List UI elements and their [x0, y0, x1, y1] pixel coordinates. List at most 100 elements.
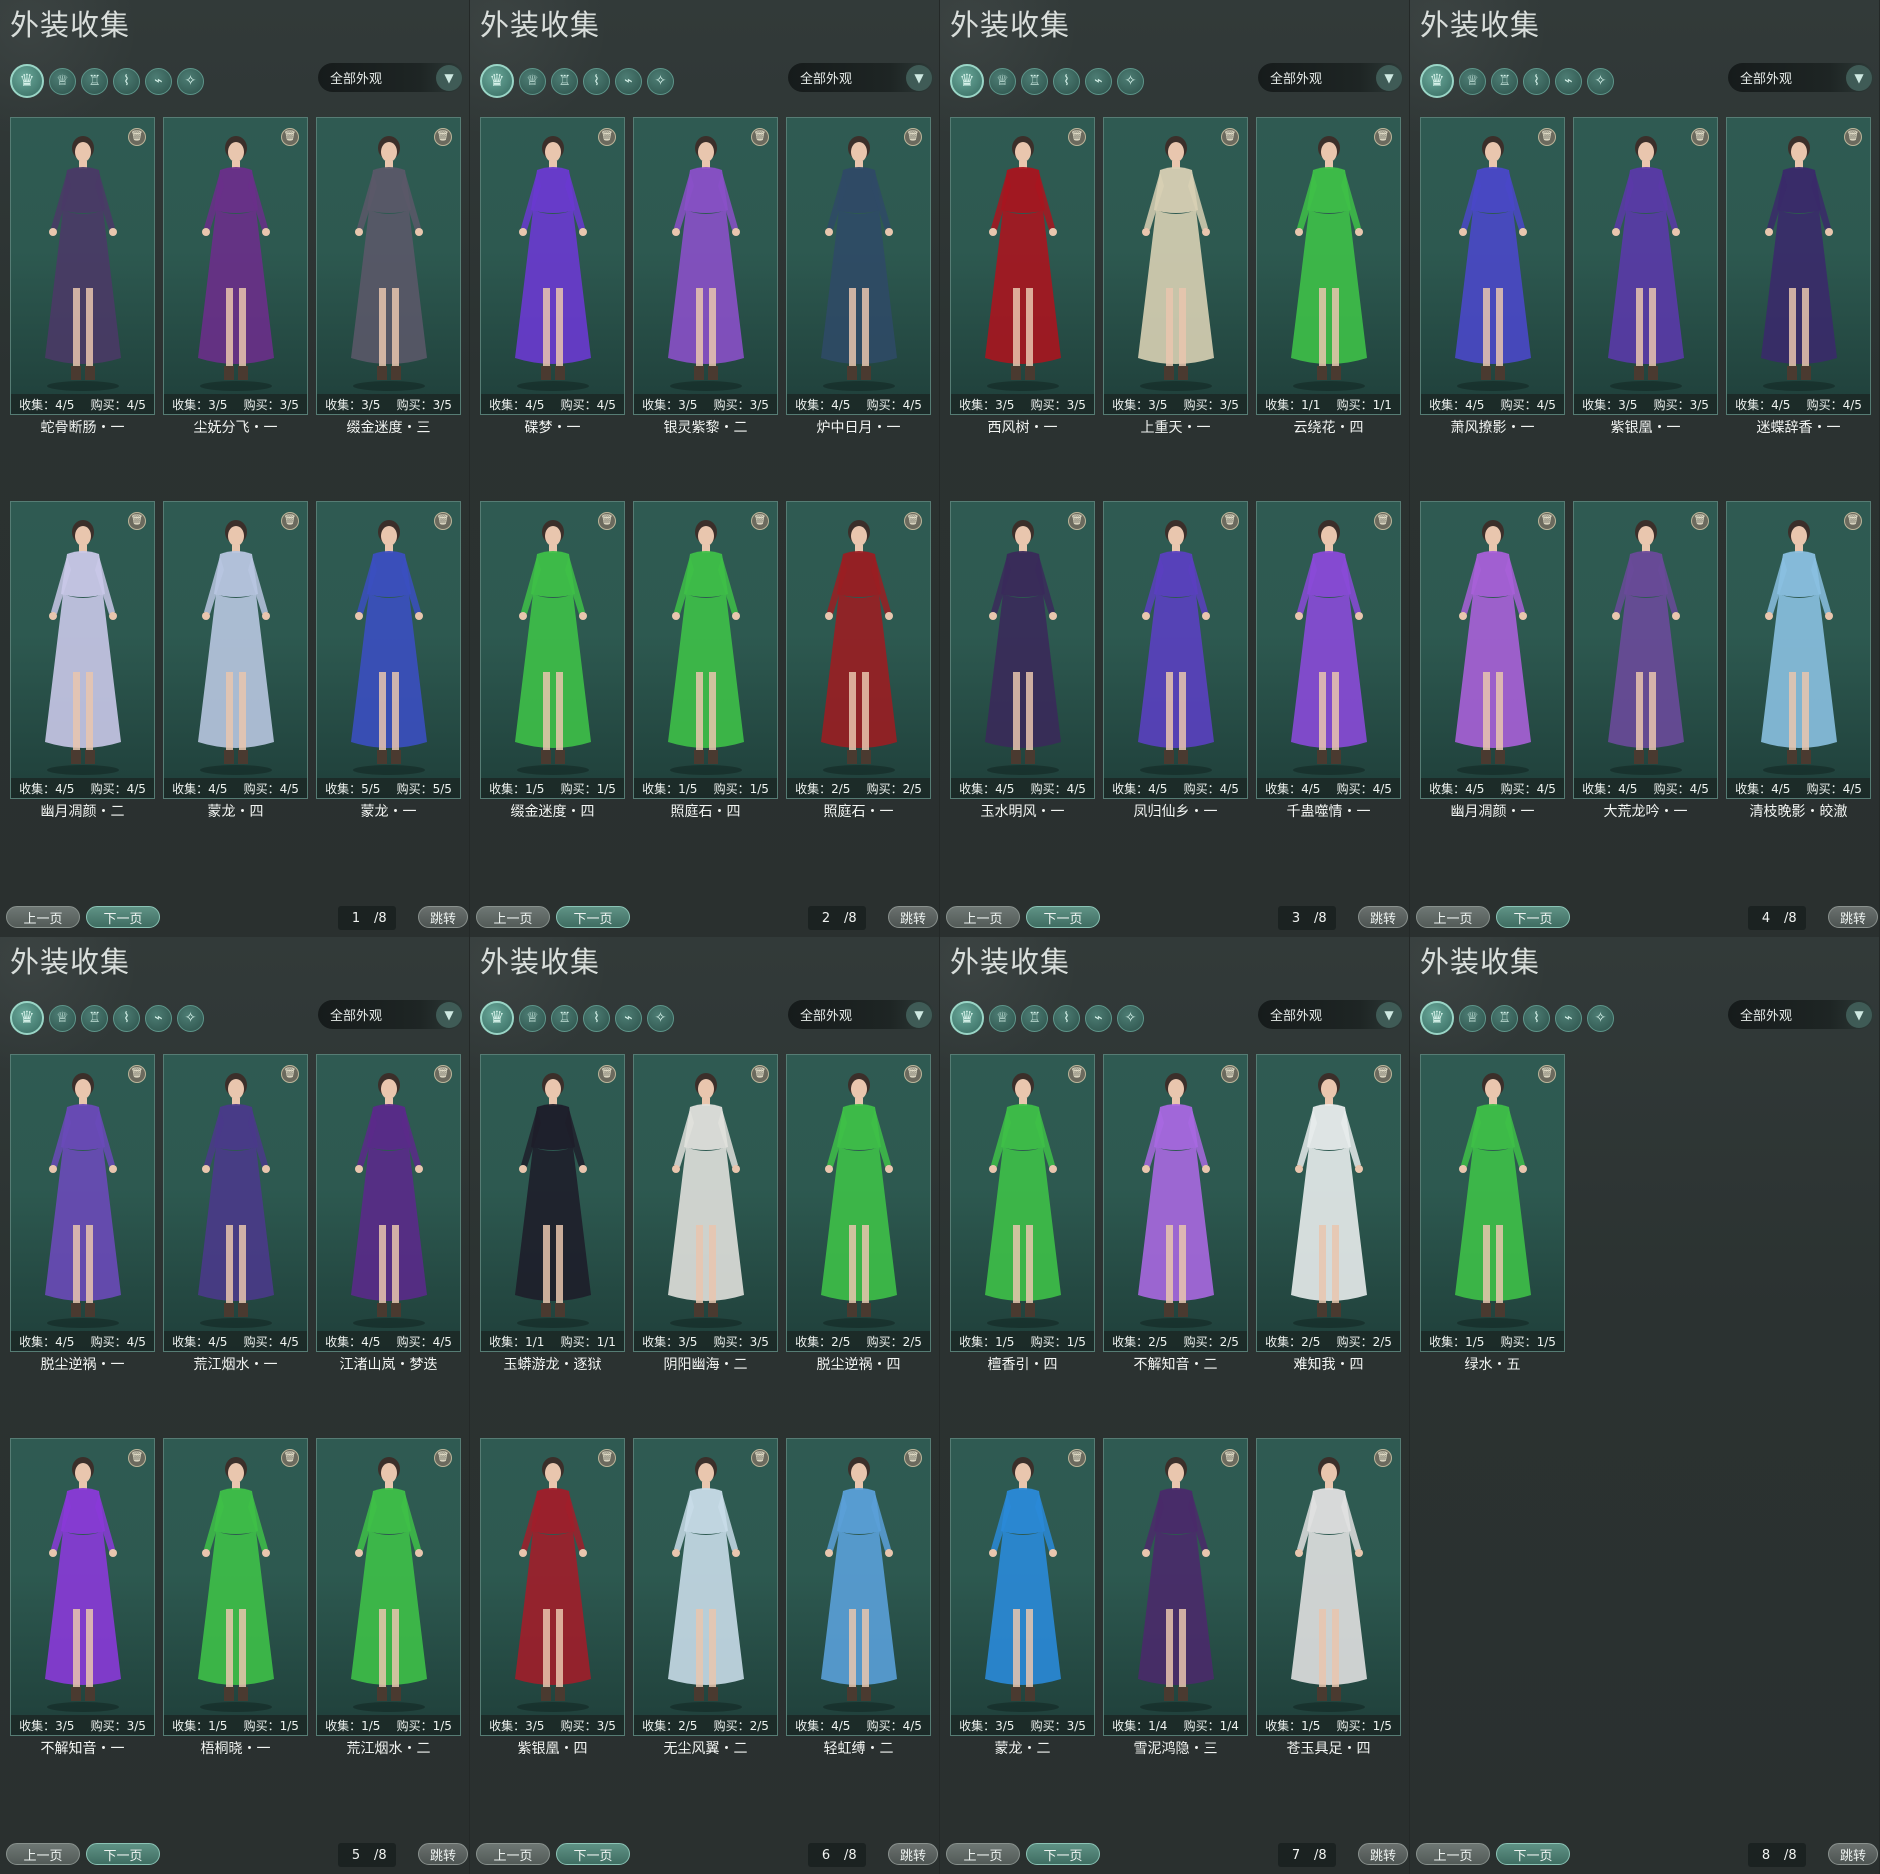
outfit-card[interactable]: 🗑 收集：4/5 购买：4/5 迷蝶辞香・一 — [1726, 117, 1871, 436]
outfit-card[interactable]: 🗑 收集：4/5 购买：4/5 碟梦・一 — [480, 117, 625, 436]
outfit-card[interactable]: 🗑 收集：2/5 购买：2/5 脱尘逆祸・四 — [786, 1054, 931, 1373]
trash-icon[interactable]: 🗑 — [1221, 1449, 1239, 1467]
trash-icon[interactable]: 🗑 — [1691, 512, 1709, 530]
trash-icon[interactable]: 🗑 — [1221, 1065, 1239, 1083]
outfit-card[interactable]: 🗑 收集：2/5 购买：2/5 无尘风翼・二 — [633, 1438, 778, 1757]
trash-icon[interactable]: 🗑 — [1221, 512, 1239, 530]
pants-icon[interactable]: ⌇ — [583, 1004, 610, 1032]
trash-icon[interactable]: 🗑 — [598, 1449, 616, 1467]
pants-icon[interactable]: ⌇ — [1053, 1004, 1080, 1032]
next-page-button[interactable]: 下一页 — [86, 906, 160, 928]
pants-icon[interactable]: ⌇ — [1053, 67, 1080, 95]
jump-page-button[interactable]: 跳转 — [1358, 1843, 1408, 1865]
trash-icon[interactable]: 🗑 — [751, 1065, 769, 1083]
outfit-card[interactable]: 🗑 收集：3/5 购买：3/5 银灵紫黎・二 — [633, 117, 778, 436]
trash-icon[interactable]: 🗑 — [751, 1449, 769, 1467]
outfit-card[interactable]: 🗑 收集：4/5 购买：4/5 蛇骨断肠・一 — [10, 117, 155, 436]
next-page-button[interactable]: 下一页 — [556, 906, 630, 928]
outfit-filter-dropdown[interactable]: 全部外观 ▼ — [1728, 63, 1874, 92]
trash-icon[interactable]: 🗑 — [1374, 1065, 1392, 1083]
all-outfit-icon[interactable]: ♛ — [950, 1001, 984, 1035]
top-icon[interactable]: ♖ — [1491, 67, 1518, 95]
outfit-card[interactable]: 🗑 收集：4/5 购买：4/5 脱尘逆祸・一 — [10, 1054, 155, 1373]
outfit-card[interactable]: 🗑 收集：4/5 购买：4/5 玉水明风・一 — [950, 501, 1095, 820]
outfit-card[interactable]: 🗑 收集：1/1 购买：1/1 云绕花・四 — [1256, 117, 1401, 436]
trash-icon[interactable]: 🗑 — [128, 512, 146, 530]
all-outfit-icon[interactable]: ♛ — [1420, 64, 1454, 98]
next-page-button[interactable]: 下一页 — [1026, 1843, 1100, 1865]
trash-icon[interactable]: 🗑 — [1538, 1065, 1556, 1083]
accessory-icon[interactable]: ✧ — [647, 1004, 674, 1032]
hat-icon[interactable]: ♕ — [519, 1004, 546, 1032]
jump-page-button[interactable]: 跳转 — [418, 906, 468, 928]
page-number-input[interactable]: 7/8 — [1278, 1843, 1336, 1867]
prev-page-button[interactable]: 上一页 — [476, 906, 550, 928]
all-outfit-icon[interactable]: ♛ — [480, 64, 514, 98]
outfit-card[interactable]: 🗑 收集：1/5 购买：1/5 荒江烟水・二 — [316, 1438, 461, 1757]
shoes-icon[interactable]: ⌁ — [615, 1004, 642, 1032]
shoes-icon[interactable]: ⌁ — [145, 67, 172, 95]
outfit-card[interactable]: 🗑 收集：4/5 购买：4/5 幽月凋颜・一 — [1420, 501, 1565, 820]
all-outfit-icon[interactable]: ♛ — [10, 1001, 44, 1035]
trash-icon[interactable]: 🗑 — [1374, 128, 1392, 146]
next-page-button[interactable]: 下一页 — [1496, 906, 1570, 928]
outfit-filter-dropdown[interactable]: 全部外观 ▼ — [318, 1000, 464, 1029]
trash-icon[interactable]: 🗑 — [1068, 1065, 1086, 1083]
top-icon[interactable]: ♖ — [1021, 67, 1048, 95]
hat-icon[interactable]: ♕ — [1459, 67, 1486, 95]
trash-icon[interactable]: 🗑 — [1374, 512, 1392, 530]
trash-icon[interactable]: 🗑 — [1068, 1449, 1086, 1467]
prev-page-button[interactable]: 上一页 — [946, 906, 1020, 928]
prev-page-button[interactable]: 上一页 — [476, 1843, 550, 1865]
trash-icon[interactable]: 🗑 — [904, 1449, 922, 1467]
trash-icon[interactable]: 🗑 — [751, 512, 769, 530]
top-icon[interactable]: ♖ — [1021, 1004, 1048, 1032]
jump-page-button[interactable]: 跳转 — [1828, 906, 1878, 928]
trash-icon[interactable]: 🗑 — [598, 1065, 616, 1083]
pants-icon[interactable]: ⌇ — [113, 1004, 140, 1032]
trash-icon[interactable]: 🗑 — [281, 512, 299, 530]
outfit-card[interactable]: 🗑 收集：1/5 购买：1/5 苍玉具足・四 — [1256, 1438, 1401, 1757]
outfit-card[interactable]: 🗑 收集：3/5 购买：3/5 缀金迷度・三 — [316, 117, 461, 436]
outfit-card[interactable]: 🗑 收集：4/5 购买：4/5 凤归仙乡・一 — [1103, 501, 1248, 820]
outfit-card[interactable]: 🗑 收集：1/5 购买：1/5 照庭石・四 — [633, 501, 778, 820]
outfit-card[interactable]: 🗑 收集：5/5 购买：5/5 蒙龙・一 — [316, 501, 461, 820]
trash-icon[interactable]: 🗑 — [434, 512, 452, 530]
next-page-button[interactable]: 下一页 — [1026, 906, 1100, 928]
page-number-input[interactable]: 5/8 — [338, 1843, 396, 1867]
accessory-icon[interactable]: ✧ — [177, 1004, 204, 1032]
hat-icon[interactable]: ♕ — [49, 67, 76, 95]
accessory-icon[interactable]: ✧ — [1117, 1004, 1144, 1032]
hat-icon[interactable]: ♕ — [989, 67, 1016, 95]
jump-page-button[interactable]: 跳转 — [418, 1843, 468, 1865]
outfit-card[interactable]: 🗑 收集：3/5 购买：3/5 紫银凰・四 — [480, 1438, 625, 1757]
prev-page-button[interactable]: 上一页 — [1416, 1843, 1490, 1865]
outfit-filter-dropdown[interactable]: 全部外观 ▼ — [1728, 1000, 1874, 1029]
shoes-icon[interactable]: ⌁ — [1555, 67, 1582, 95]
hat-icon[interactable]: ♕ — [49, 1004, 76, 1032]
next-page-button[interactable]: 下一页 — [556, 1843, 630, 1865]
accessory-icon[interactable]: ✧ — [1587, 67, 1614, 95]
outfit-card[interactable]: 🗑 收集：2/5 购买：2/5 难知我・四 — [1256, 1054, 1401, 1373]
outfit-card[interactable]: 🗑 收集：3/5 购买：3/5 蒙龙・二 — [950, 1438, 1095, 1757]
outfit-card[interactable]: 🗑 收集：4/5 购买：4/5 蒙龙・四 — [163, 501, 308, 820]
trash-icon[interactable]: 🗑 — [1691, 128, 1709, 146]
trash-icon[interactable]: 🗑 — [434, 1449, 452, 1467]
outfit-card[interactable]: 🗑 收集：1/1 购买：1/1 玉蟒游龙・逐狱 — [480, 1054, 625, 1373]
trash-icon[interactable]: 🗑 — [904, 1065, 922, 1083]
trash-icon[interactable]: 🗑 — [1221, 128, 1239, 146]
outfit-card[interactable]: 🗑 收集：3/5 购买：3/5 西风树・一 — [950, 117, 1095, 436]
page-number-input[interactable]: 8/8 — [1748, 1843, 1806, 1867]
trash-icon[interactable]: 🗑 — [751, 128, 769, 146]
outfit-card[interactable]: 🗑 收集：1/5 购买：1/5 缀金迷度・四 — [480, 501, 625, 820]
top-icon[interactable]: ♖ — [1491, 1004, 1518, 1032]
jump-page-button[interactable]: 跳转 — [888, 1843, 938, 1865]
outfit-card[interactable]: 🗑 收集：3/5 购买：3/5 不解知音・一 — [10, 1438, 155, 1757]
outfit-card[interactable]: 🗑 收集：4/5 购买：4/5 江渚山岚・梦迭 — [316, 1054, 461, 1373]
outfit-card[interactable]: 🗑 收集：4/5 购买：4/5 千蛊噬情・一 — [1256, 501, 1401, 820]
trash-icon[interactable]: 🗑 — [1374, 1449, 1392, 1467]
trash-icon[interactable]: 🗑 — [904, 128, 922, 146]
trash-icon[interactable]: 🗑 — [1538, 512, 1556, 530]
jump-page-button[interactable]: 跳转 — [1828, 1843, 1878, 1865]
page-number-input[interactable]: 2/8 — [808, 906, 866, 930]
